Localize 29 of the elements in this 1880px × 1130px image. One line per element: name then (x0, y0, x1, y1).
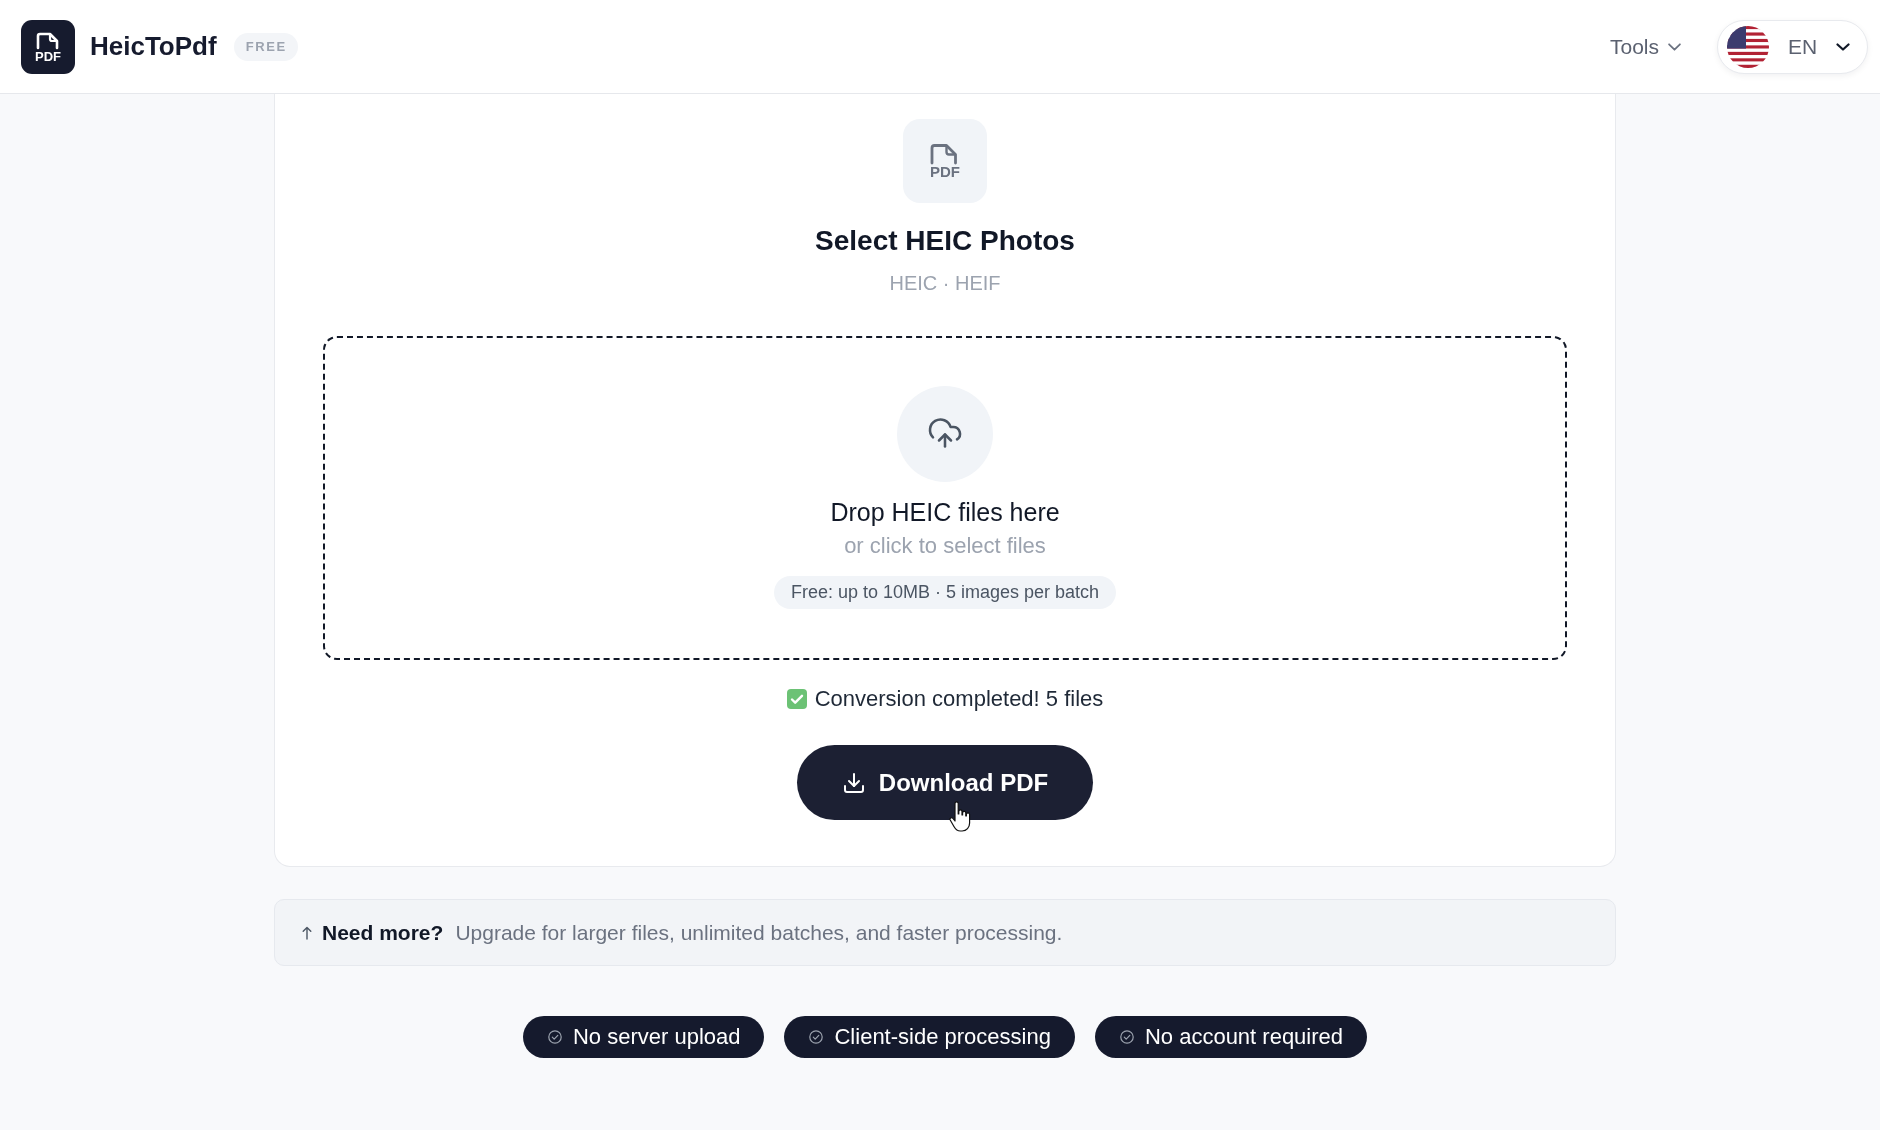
tools-menu-button[interactable]: Tools (1609, 34, 1681, 59)
logo-icon[interactable]: PDF (21, 19, 75, 74)
download-button[interactable]: Download PDF (797, 745, 1093, 820)
download-icon (841, 770, 866, 795)
feature-label: Client-side processing (834, 1024, 1051, 1050)
chevron-down-icon (1836, 42, 1851, 51)
cloud-upload-icon (897, 386, 993, 482)
check-circle-icon (547, 1030, 562, 1044)
plan-badge: FREE (233, 32, 298, 61)
feature-label: No server upload (572, 1024, 741, 1050)
brand-name[interactable]: HeicToPdf (90, 31, 217, 62)
drop-heading: Drop HEIC files here (830, 498, 1060, 526)
chevron-down-icon (1668, 42, 1681, 51)
hand-cursor-icon (949, 800, 971, 832)
upsell-title: Need more? (322, 920, 444, 945)
feature-label: No account required (1144, 1024, 1344, 1050)
pdf-file-icon: PDF (903, 119, 987, 203)
language-selector[interactable]: EN (1717, 19, 1868, 74)
arrow-up-icon (302, 925, 312, 940)
drop-hint: or click to select files (844, 534, 1046, 558)
drop-zone[interactable]: Drop HEIC files here or click to select files Free: up to 10MB · 5 images per batch (323, 336, 1567, 660)
format-list: HEIC · HEIF (889, 272, 1001, 294)
check-circle-icon (809, 1030, 824, 1044)
status-message: Conversion completed! 5 files (814, 687, 1104, 711)
upsell-text: Upgrade for larger files, unlimited batches, and faster processing. (455, 920, 1063, 945)
card-title: Select HEIC Photos (815, 226, 1075, 256)
upload-limits: Free: up to 10MB · 5 images per batch (773, 576, 1117, 609)
flag-icon (1727, 25, 1769, 68)
check-circle-icon (1119, 1030, 1134, 1044)
